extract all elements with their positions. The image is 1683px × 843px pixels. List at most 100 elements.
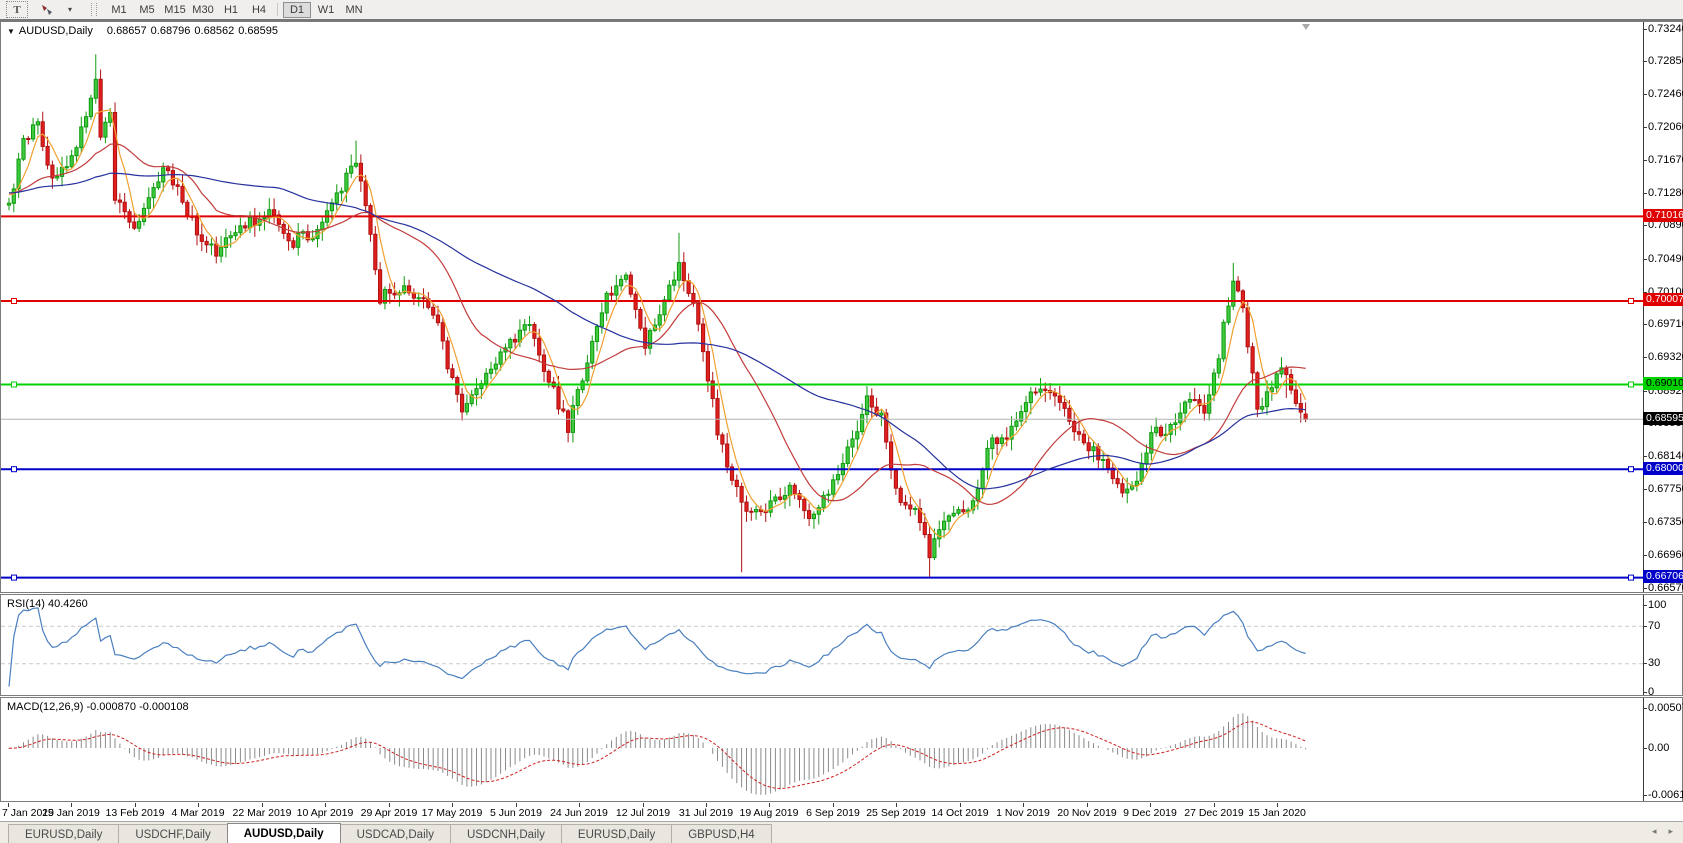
time-axis[interactable]: 7 Jan 201925 Jan 201913 Feb 20194 Mar 20…	[0, 803, 1683, 821]
date-label-6: 29 Apr 2019	[361, 807, 418, 819]
toolbar-grip[interactable]	[91, 3, 97, 16]
tab-scroll-right-icon[interactable]: ▸	[1668, 826, 1673, 837]
up-candles	[7, 54, 1283, 560]
price-axis-separator	[1643, 22, 1644, 592]
ohlc-close: 0.68595	[238, 25, 278, 37]
timeframe-button-h4[interactable]: H4	[246, 2, 272, 17]
line-handle	[12, 382, 17, 387]
ma-slow	[9, 173, 1306, 489]
date-label-4: 22 Mar 2019	[233, 807, 292, 819]
timeframe-button-m1[interactable]: M1	[106, 2, 132, 17]
timeframe-button-w1[interactable]: W1	[313, 2, 339, 17]
chart-tab-usdcnh-daily[interactable]: USDCNH,Daily	[450, 824, 562, 843]
toolbar-separator	[277, 3, 278, 16]
rsi-tick-0: 0	[1648, 686, 1654, 699]
arrows-tool-button[interactable]	[37, 2, 57, 17]
date-label-13: 6 Sep 2019	[806, 807, 860, 819]
chart-tab-gbpusd-h4[interactable]: GBPUSD,H4	[671, 824, 771, 843]
date-label-5: 10 Apr 2019	[297, 807, 354, 819]
date-label-8: 5 Jun 2019	[490, 807, 542, 819]
date-label-7: 17 May 2019	[422, 807, 483, 819]
chart-tab-usdcad-daily[interactable]: USDCAD,Daily	[340, 824, 451, 843]
rsi-label: RSI(14) 40.4260	[7, 598, 88, 610]
price-tick-0.69710: 0.69710	[1648, 318, 1683, 331]
macd-tick-0.00: 0.00	[1648, 742, 1669, 755]
date-label-11: 31 Jul 2019	[679, 807, 733, 819]
macd-canvas[interactable]	[1, 698, 1643, 801]
chart-tab-audusd-daily[interactable]: AUDUSD,Daily	[227, 823, 341, 843]
price-tag-0.70007: 0.70007	[1643, 293, 1683, 306]
macd-tick-0.005076: 0.005076	[1648, 702, 1683, 715]
current-price-tag: 0.68595	[1643, 412, 1683, 425]
date-label-10: 12 Jul 2019	[616, 807, 670, 819]
price-tick-0.67750: 0.67750	[1648, 483, 1683, 496]
price-tag-0.69010: 0.69010	[1643, 377, 1683, 390]
main-chart-canvas[interactable]	[1, 22, 1643, 592]
ohlc-high: 0.68796	[151, 25, 191, 37]
rsi-tick-70: 70	[1648, 620, 1660, 633]
timeframe-button-m15[interactable]: M15	[162, 2, 188, 17]
date-label-15: 14 Oct 2019	[931, 807, 988, 819]
chart-tab-eurusd-daily[interactable]: EURUSD,Daily	[561, 824, 672, 843]
macd-signal-line	[9, 722, 1306, 789]
price-tick-0.71280: 0.71280	[1648, 187, 1683, 200]
date-label-1: 25 Jan 2019	[42, 807, 100, 819]
chart-tab-eurusd-daily[interactable]: EURUSD,Daily	[8, 824, 119, 843]
price-tick-0.72850: 0.72850	[1648, 55, 1683, 68]
tab-scroll-arrows: ◂ ▸	[1652, 826, 1673, 837]
price-tick-0.67350: 0.67350	[1648, 516, 1683, 529]
line-handle	[12, 299, 17, 304]
tab-scroll-left-icon[interactable]: ◂	[1652, 826, 1657, 837]
timeframe-button-mn[interactable]: MN	[341, 2, 367, 17]
price-tag-0.66706: 0.66706	[1643, 570, 1683, 583]
price-tick-0.73240: 0.73240	[1648, 23, 1683, 36]
date-label-17: 20 Nov 2019	[1057, 807, 1117, 819]
line-handle	[1629, 382, 1634, 387]
line-handle	[1629, 467, 1634, 472]
down-candles	[27, 70, 1308, 578]
mt4-terminal: T ▾ M1M5M15M30H1H4 D1W1MN ▼ AUDUSD,Daily …	[0, 0, 1683, 843]
ohlc-open: 0.68657	[107, 25, 147, 37]
price-tick-0.72060: 0.72060	[1648, 121, 1683, 134]
chart-tab-usdchf-daily[interactable]: USDCHF,Daily	[118, 824, 227, 843]
macd-label: MACD(12,26,9) -0.000870 -0.000108	[7, 701, 189, 713]
ohlc-low: 0.68562	[194, 25, 234, 37]
date-label-2: 13 Feb 2019	[106, 807, 165, 819]
chart-symbol-label: AUDUSD,Daily	[19, 25, 93, 37]
price-tick-0.69320: 0.69320	[1648, 351, 1683, 364]
date-label-12: 19 Aug 2019	[740, 807, 799, 819]
rsi-tick-30: 30	[1648, 657, 1660, 670]
timeframe-button-h1[interactable]: H1	[218, 2, 244, 17]
shift-marker-icon	[1302, 24, 1310, 30]
line-handle	[12, 467, 17, 472]
timeframe-button-m30[interactable]: M30	[190, 2, 216, 17]
collapse-triangle-icon[interactable]: ▼	[7, 27, 15, 36]
price-tick-0.71670: 0.71670	[1648, 154, 1683, 167]
text-tool-button[interactable]: T	[6, 1, 28, 18]
date-label-14: 25 Sep 2019	[866, 807, 926, 819]
timeframe-button-m5[interactable]: M5	[134, 2, 160, 17]
price-tick-0.70490: 0.70490	[1648, 253, 1683, 266]
macd-histogram	[9, 713, 1306, 795]
rsi-tick-100: 100	[1648, 599, 1666, 612]
price-tag-0.71016: 0.71016	[1643, 209, 1683, 222]
price-tick-0.72460: 0.72460	[1648, 88, 1683, 101]
date-label-9: 24 Jun 2019	[550, 807, 608, 819]
rsi-canvas[interactable]	[1, 595, 1643, 695]
line-handle	[1629, 575, 1634, 580]
price-tag-0.68000: 0.68000	[1643, 462, 1683, 475]
timeframe-button-d1[interactable]: D1	[283, 2, 311, 18]
line-handle	[1629, 299, 1634, 304]
arrows-dropdown-caret[interactable]: ▾	[60, 2, 80, 17]
date-label-3: 4 Mar 2019	[171, 807, 224, 819]
rsi-panel: RSI(14) 40.4260	[0, 594, 1683, 696]
macd-panel: MACD(12,26,9) -0.000870 -0.000108	[0, 697, 1683, 802]
price-tick-0.66960: 0.66960	[1648, 549, 1683, 562]
chart-title: ▼ AUDUSD,Daily 0.68657 0.68796 0.68562 0…	[7, 25, 278, 37]
date-label-18: 9 Dec 2019	[1123, 807, 1177, 819]
line-handle	[12, 575, 17, 580]
rsi-axis-separator	[1643, 595, 1644, 695]
price-tick-0.66570: 0.66570	[1648, 582, 1683, 595]
ma-mid	[9, 144, 1306, 504]
date-label-16: 1 Nov 2019	[996, 807, 1050, 819]
